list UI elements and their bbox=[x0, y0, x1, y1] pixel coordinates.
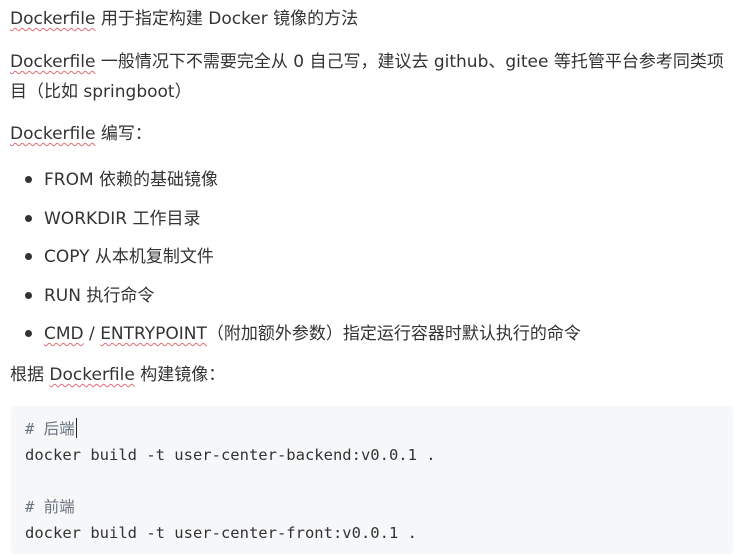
paragraph-build-prefix: 根据 bbox=[10, 365, 50, 385]
bullet-icon bbox=[25, 176, 32, 183]
code-block[interactable]: # 后端 docker build -t user-center-backend… bbox=[11, 406, 733, 554]
paragraph-intro-text: 用于指定构建 Docker 镜像的方法 bbox=[95, 9, 359, 29]
list-item-text: COPY 从本机复制文件 bbox=[44, 247, 214, 267]
list-item: RUN 执行命令 bbox=[10, 277, 581, 316]
list-item: FROM 依赖的基础镜像 bbox=[10, 161, 581, 200]
paragraph-advice-text: 一般情况下不需要完全从 0 自己写，建议去 github、gitee 等托管平台… bbox=[10, 52, 724, 102]
paragraph-writing: Dockerfile 编写： bbox=[10, 119, 745, 149]
keyword-dockerfile: Dockerfile bbox=[49, 365, 135, 385]
code-comment-frontend[interactable]: # 前端 bbox=[25, 494, 75, 520]
list-item: CMD / ENTRYPOINT（附加额外参数）指定运行容器时默认执行的命令 bbox=[10, 315, 581, 354]
list-item-separator: / bbox=[83, 324, 101, 344]
code-line-backend-build[interactable]: docker build -t user-center-backend:v0.0… bbox=[25, 442, 436, 468]
bullet-icon bbox=[25, 253, 32, 260]
keyword-dockerfile: Dockerfile bbox=[10, 52, 96, 72]
bullet-icon bbox=[25, 330, 32, 337]
code-comment-text: # 后端 bbox=[25, 420, 75, 438]
list-item: COPY 从本机复制文件 bbox=[10, 238, 581, 277]
paragraph-build: 根据 Dockerfile 构建镜像： bbox=[10, 360, 745, 390]
paragraph-intro: Dockerfile 用于指定构建 Docker 镜像的方法 bbox=[10, 4, 745, 34]
keyword-dockerfile: Dockerfile bbox=[10, 9, 96, 29]
instruction-list: FROM 依赖的基础镜像 WORKDIR 工作目录 COPY 从本机复制文件 R… bbox=[10, 161, 581, 354]
keyword-dockerfile: Dockerfile bbox=[10, 124, 96, 144]
code-comment-text: # 前端 bbox=[25, 498, 75, 516]
code-line-frontend-build[interactable]: docker build -t user-center-front:v0.0.1… bbox=[25, 520, 417, 546]
code-comment-backend[interactable]: # 后端 bbox=[25, 416, 77, 442]
paragraph-writing-text: 编写： bbox=[95, 124, 152, 144]
list-item-text: WORKDIR 工作目录 bbox=[44, 208, 201, 229]
list-item: WORKDIR 工作目录 bbox=[10, 200, 581, 239]
list-item-text: （附加额外参数）指定运行容器时默认执行的命令 bbox=[206, 324, 581, 344]
list-item-text: FROM 依赖的基础镜像 bbox=[44, 170, 219, 190]
list-item-text: RUN 执行命令 bbox=[44, 285, 155, 306]
bullet-icon bbox=[25, 214, 32, 222]
keyword-cmd: CMD bbox=[44, 324, 84, 344]
keyword-entrypoint: ENTRYPOINT bbox=[100, 324, 207, 344]
bullet-icon bbox=[25, 291, 32, 299]
text-cursor bbox=[75, 418, 77, 438]
paragraph-build-text: 构建镜像： bbox=[134, 365, 226, 385]
paragraph-advice: Dockerfile 一般情况下不需要完全从 0 自己写，建议去 github、… bbox=[10, 47, 740, 107]
